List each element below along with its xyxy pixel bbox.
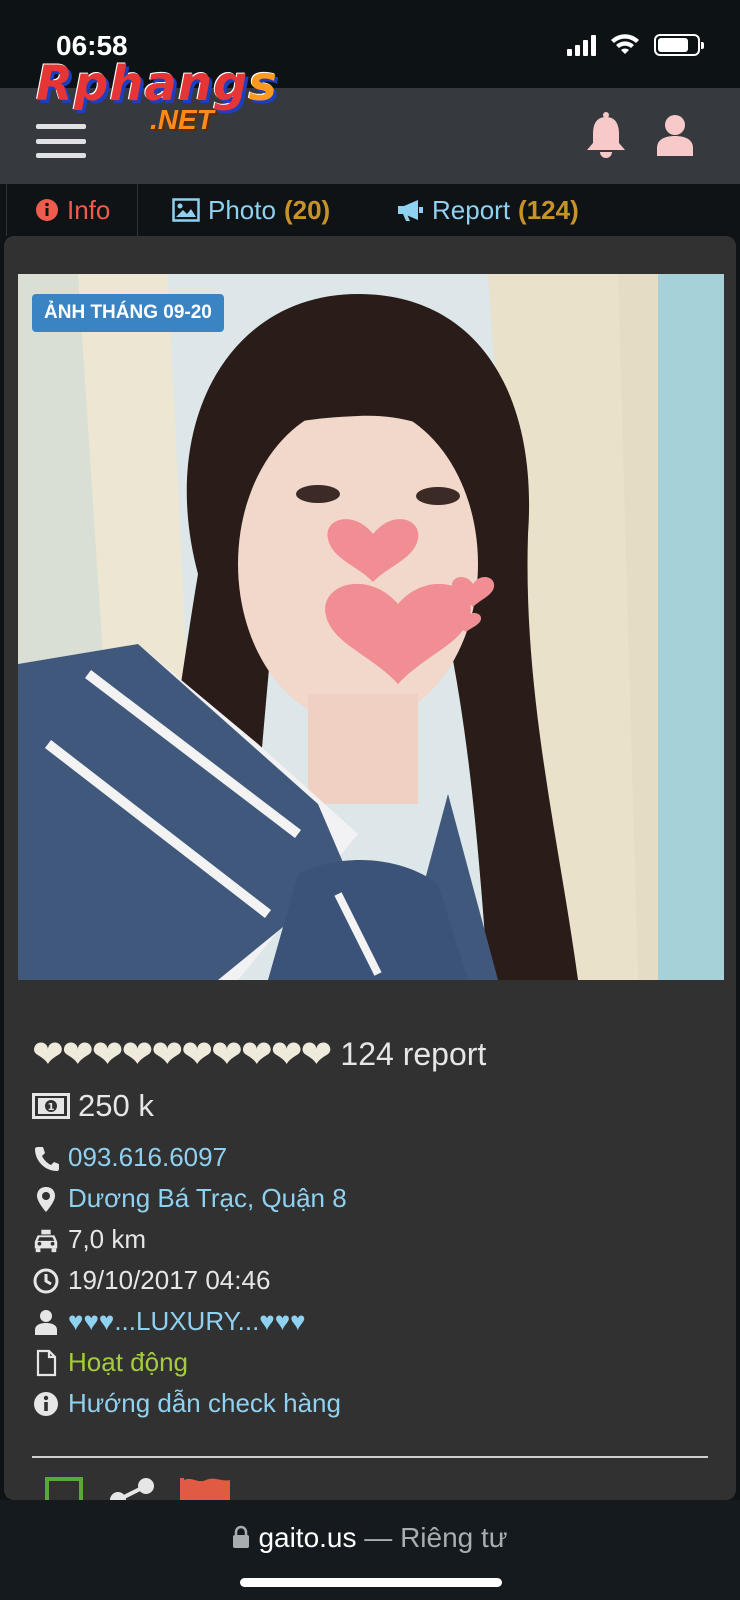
lock-icon bbox=[233, 1525, 250, 1548]
info-circle-icon bbox=[36, 199, 58, 221]
date-row: 19/10/2017 04:46 bbox=[32, 1265, 270, 1296]
check-guide-link[interactable]: Hướng dẫn check hàng bbox=[68, 1388, 341, 1419]
tab-photo-count: (20) bbox=[283, 194, 331, 225]
price-value: 250 k bbox=[78, 1088, 154, 1123]
taxi-icon bbox=[34, 1229, 58, 1252]
tab-info-label: Info bbox=[67, 194, 111, 225]
home-indicator[interactable] bbox=[240, 1578, 502, 1587]
url-display[interactable]: gaito.us — Riêng tư bbox=[0, 1522, 740, 1554]
megaphone-icon bbox=[398, 200, 423, 221]
file-icon bbox=[36, 1349, 57, 1376]
clock-icon bbox=[33, 1268, 59, 1293]
profile-photo[interactable] bbox=[18, 274, 724, 980]
status-row: Hoạt động bbox=[32, 1347, 188, 1378]
phone-row[interactable]: 093.616.6097 bbox=[32, 1142, 227, 1173]
wifi-icon bbox=[611, 34, 639, 54]
rating-hearts: ❤❤❤❤❤❤❤❤❤❤ bbox=[32, 1034, 332, 1076]
money-bill-icon: 1 bbox=[32, 1093, 70, 1119]
divider bbox=[32, 1456, 708, 1458]
user-icon bbox=[35, 1309, 57, 1335]
owner-row[interactable]: ♥♥♥...LUXURY...♥♥♥ bbox=[32, 1306, 306, 1337]
address-row[interactable]: Dương Bá Trạc, Quận 8 bbox=[32, 1183, 347, 1214]
browser-address-bar[interactable]: gaito.us — Riêng tư bbox=[0, 1500, 740, 1600]
distance-row: 7,0 km bbox=[32, 1224, 146, 1255]
battery-icon bbox=[654, 34, 704, 56]
tab-report-count: (124) bbox=[518, 194, 579, 225]
phone-number-link[interactable]: 093.616.6097 bbox=[68, 1142, 227, 1173]
notification-bell-icon[interactable] bbox=[584, 110, 628, 158]
user-account-icon[interactable] bbox=[654, 114, 696, 156]
private-label: Riêng tư bbox=[400, 1522, 508, 1553]
rating-row: ❤❤❤❤❤❤❤❤❤❤ 124 report bbox=[32, 1032, 486, 1077]
photo-date-badge: ẢNH THÁNG 09-20 bbox=[32, 294, 224, 332]
tab-info[interactable]: Info bbox=[6, 184, 138, 236]
svg-text:1: 1 bbox=[48, 1102, 55, 1113]
phone-icon bbox=[35, 1146, 59, 1171]
tab-report-label: Report bbox=[432, 194, 511, 225]
logo-net: .NET bbox=[150, 104, 214, 135]
profile-card: ẢNH THÁNG 09-20 ❤❤❤❤❤❤❤❤❤❤ 124 report 1 … bbox=[4, 236, 736, 1506]
status-value: Hoạt động bbox=[68, 1347, 188, 1377]
guide-row[interactable]: Hướng dẫn check hàng bbox=[32, 1388, 341, 1419]
url-domain: gaito.us bbox=[258, 1522, 357, 1553]
tab-photo-label: Photo bbox=[208, 194, 276, 225]
site-logo[interactable]: Rphangs .NET bbox=[36, 56, 277, 138]
map-marker-icon bbox=[37, 1186, 55, 1212]
report-count: 124 report bbox=[340, 1036, 487, 1072]
tab-photo[interactable]: Photo (20) bbox=[172, 184, 330, 236]
url-separator: — bbox=[356, 1522, 401, 1553]
status-icons bbox=[567, 34, 704, 56]
address-link[interactable]: Dương Bá Trạc, Quận 8 bbox=[68, 1183, 347, 1214]
date-value: 19/10/2017 04:46 bbox=[68, 1265, 271, 1295]
distance-value: 7,0 km bbox=[68, 1224, 147, 1254]
info-circle-icon bbox=[34, 1391, 58, 1416]
profile-tabs: Info Photo (20) Report (124) bbox=[0, 184, 740, 236]
tab-report[interactable]: Report (124) bbox=[396, 184, 579, 236]
owner-link[interactable]: ♥♥♥...LUXURY...♥♥♥ bbox=[68, 1306, 306, 1337]
cellular-signal-icon bbox=[567, 34, 596, 56]
image-icon bbox=[172, 198, 200, 222]
price-row: 1 250 k bbox=[32, 1088, 154, 1124]
